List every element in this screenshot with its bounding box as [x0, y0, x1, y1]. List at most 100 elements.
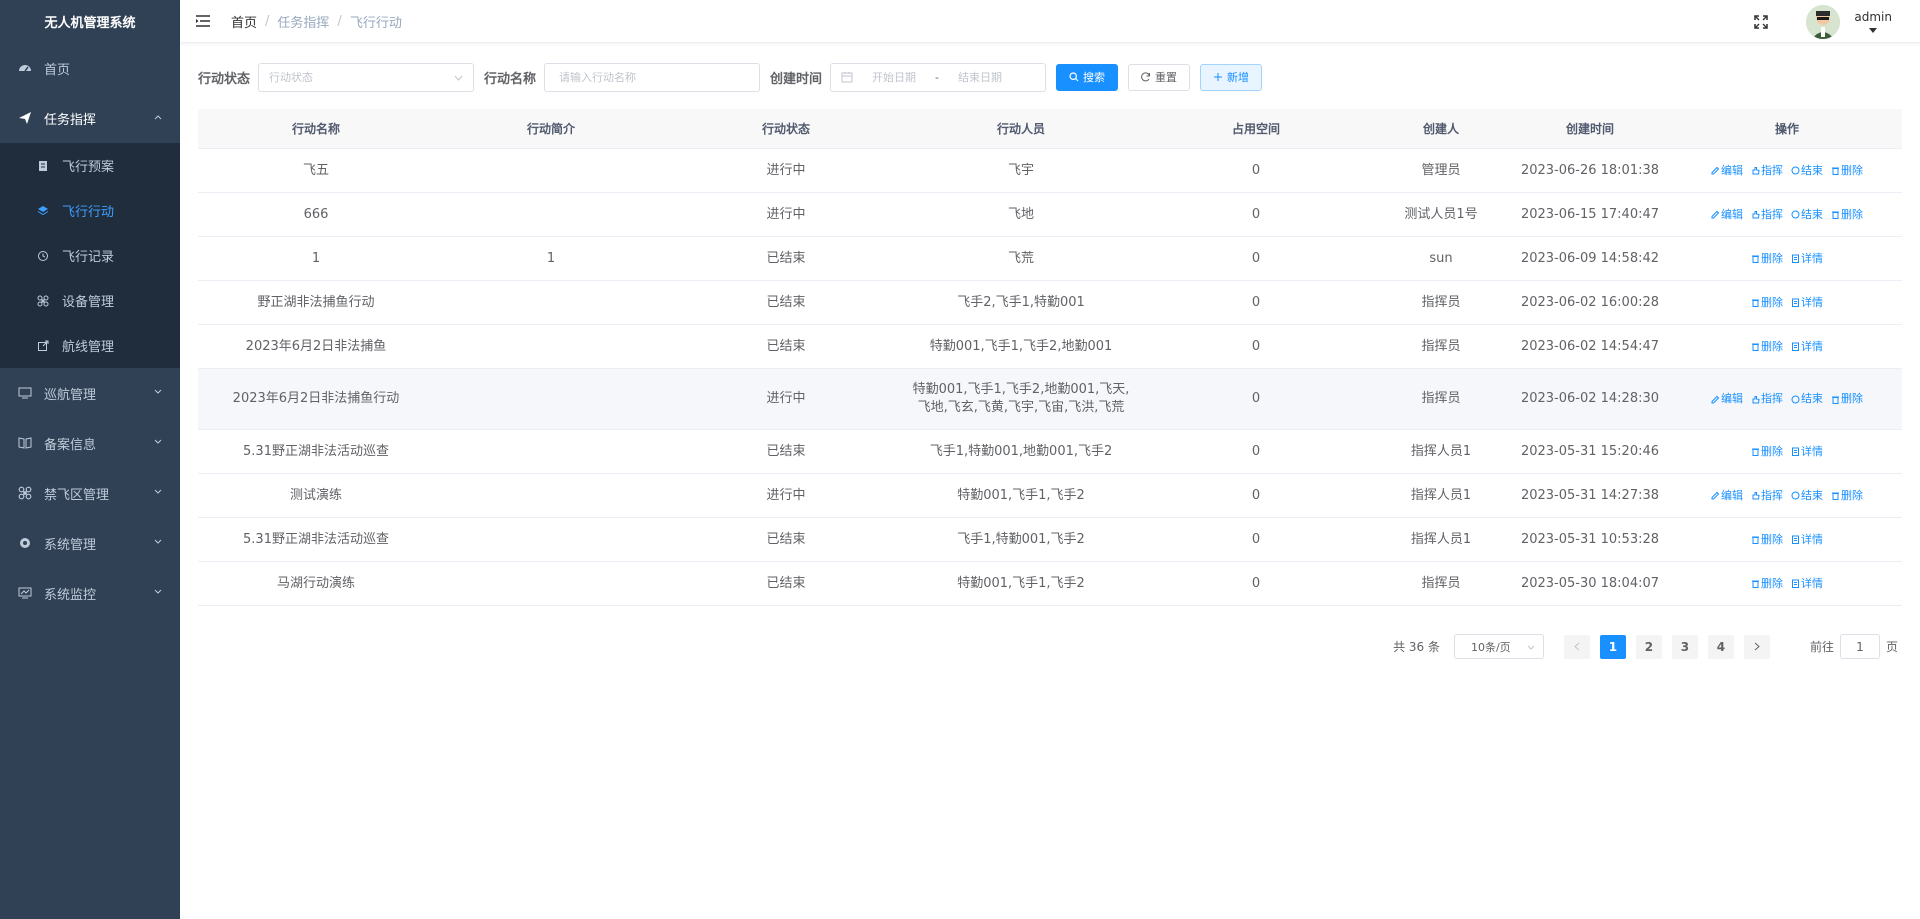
command-button[interactable]: 指挥: [1751, 162, 1783, 180]
monitor-chart-icon: [18, 586, 32, 600]
total-count: 共 36 条: [1393, 640, 1440, 654]
detail-button[interactable]: 详情: [1791, 294, 1823, 312]
end-button[interactable]: 结束: [1791, 487, 1823, 505]
delete-button[interactable]: 删除: [1751, 250, 1783, 268]
end-date-input[interactable]: 结束日期: [949, 69, 1011, 85]
edit-button[interactable]: 编辑: [1711, 162, 1743, 180]
sidebar-item-system-management[interactable]: 系统管理: [0, 518, 180, 568]
navbar: 首页 / 任务指挥 / 飞行行动 admin: [180, 0, 1920, 43]
command-button[interactable]: 指挥: [1751, 206, 1783, 224]
action-members-cell: 飞手2,飞手1,特勤001: [957, 294, 1085, 310]
date-separator: -: [935, 70, 940, 84]
delete-button[interactable]: 删除: [1751, 338, 1783, 356]
end-button[interactable]: 结束: [1791, 206, 1823, 224]
breadcrumb-item-home[interactable]: 首页: [231, 12, 257, 31]
page-size-select[interactable]: 10条/页: [1453, 634, 1544, 659]
trash-icon: [1831, 166, 1840, 175]
action-name-cell: 野正湖非法捕鱼行动: [257, 294, 375, 310]
op-label: 删除: [1761, 444, 1783, 458]
delete-button[interactable]: 删除: [1831, 390, 1863, 408]
sidebar-item-system-monitor[interactable]: 系统监控: [0, 568, 180, 618]
delete-button[interactable]: 删除: [1751, 443, 1783, 461]
edit-button[interactable]: 编辑: [1711, 487, 1743, 505]
delete-button[interactable]: 删除: [1831, 206, 1863, 224]
page-button-1[interactable]: 1: [1599, 634, 1626, 659]
sidebar-item-label: 备案信息: [44, 437, 97, 453]
avatar[interactable]: [1806, 4, 1841, 39]
date-range-picker[interactable]: 开始日期 - 结束日期: [830, 62, 1047, 92]
stop-circle-icon: [1791, 395, 1800, 404]
delete-button[interactable]: 删除: [1751, 575, 1783, 593]
action-status-cell: 进行中: [766, 487, 806, 503]
hamburger-icon[interactable]: [195, 13, 211, 29]
edit-button[interactable]: 编辑: [1711, 206, 1743, 224]
sidebar-item-label: 禁飞区管理: [44, 487, 110, 503]
command-button[interactable]: 指挥: [1751, 487, 1783, 505]
creator-cell: 指挥员: [1421, 338, 1461, 354]
edit-button[interactable]: 编辑: [1711, 390, 1743, 408]
search-icon: [1069, 72, 1079, 82]
search-button[interactable]: 搜索: [1056, 63, 1119, 91]
op-label: 删除: [1761, 339, 1783, 353]
trash-icon: [1751, 342, 1760, 351]
right-menu: admin: [1752, 0, 1920, 43]
table-row: 5.31野正湖非法活动巡查 已结束 飞手1,特勤001,地勤001,飞手2 0 指挥人员…: [198, 430, 1902, 474]
add-button[interactable]: 新增: [1200, 63, 1263, 91]
app-title: 无人机管理系统: [44, 16, 136, 31]
delete-button[interactable]: 删除: [1831, 487, 1863, 505]
action-members-cell: 特勤001,飞手1,飞手2,地勤001,飞天,飞地,飞玄,飞黄,飞宇,飞宙,飞洪…: [912, 382, 1130, 415]
page-button-3[interactable]: 3: [1671, 634, 1698, 659]
next-page-button[interactable]: [1743, 634, 1770, 659]
action-members-cell: 特勤001,飞手1,飞手2: [957, 575, 1085, 591]
detail-button[interactable]: 详情: [1791, 575, 1823, 593]
table-row: 野正湖非法捕鱼行动 已结束 飞手2,飞手1,特勤001 0 指挥员 2023-06-02 …: [198, 281, 1902, 325]
space-cell: 0: [1251, 391, 1261, 406]
sidebar-item-task-command[interactable]: 任务指挥: [0, 93, 180, 143]
sidebar-item-no-fly-zone[interactable]: 禁飞区管理: [0, 468, 180, 518]
goto-page-input[interactable]: 1: [1839, 634, 1880, 659]
op-label: 删除: [1841, 392, 1863, 405]
end-button[interactable]: 结束: [1791, 162, 1823, 180]
command-button[interactable]: 指挥: [1751, 390, 1783, 408]
page-button-2[interactable]: 2: [1635, 634, 1662, 659]
fullscreen-icon[interactable]: [1752, 13, 1770, 31]
reset-button[interactable]: 重置: [1128, 63, 1191, 91]
page-button-4[interactable]: 4: [1707, 634, 1734, 659]
op-label: 删除: [1761, 295, 1783, 309]
sidebar-item-flight-action[interactable]: 飞行行动: [0, 188, 180, 233]
detail-button[interactable]: 详情: [1791, 443, 1823, 461]
start-date-input[interactable]: 开始日期: [863, 69, 925, 85]
sidebar-item-route-management[interactable]: 航线管理: [0, 323, 180, 368]
breadcrumb-item-task-command: 任务指挥: [277, 15, 330, 31]
sidebar-item-label: 飞行预案: [62, 160, 115, 175]
created-time-cell: 2023-05-30 18:04:07: [1520, 575, 1660, 591]
detail-button[interactable]: 详情: [1791, 531, 1823, 549]
user-menu[interactable]: admin: [1854, 10, 1892, 34]
chevron-down-icon: [154, 588, 162, 596]
sidebar-item-device-management[interactable]: 设备管理: [0, 278, 180, 323]
gear-icon: [18, 536, 32, 550]
delete-button[interactable]: 删除: [1751, 531, 1783, 549]
sidebar-item-flight-record[interactable]: 飞行记录: [0, 233, 180, 278]
column-header: 行动人员: [996, 121, 1045, 136]
sidebar-item-flight-plan[interactable]: 飞行预案: [0, 143, 180, 188]
sidebar-item-cruise-management[interactable]: 巡航管理: [0, 368, 180, 418]
chevron-right-icon: [1754, 642, 1760, 651]
edit-icon: [1711, 395, 1720, 404]
status-select[interactable]: 行动状态: [258, 62, 475, 92]
detail-button[interactable]: 详情: [1791, 250, 1823, 268]
sidebar-item-home[interactable]: 首页: [0, 43, 180, 93]
space-cell: 0: [1251, 575, 1261, 591]
delete-button[interactable]: 删除: [1751, 294, 1783, 312]
column-header: 创建时间: [1565, 121, 1614, 136]
action-status-cell: 已结束: [766, 531, 806, 547]
prev-page-button[interactable]: [1563, 634, 1590, 659]
calendar-icon: [841, 72, 853, 83]
delete-button[interactable]: 删除: [1831, 162, 1863, 180]
end-button[interactable]: 结束: [1791, 390, 1823, 408]
op-label: 指挥: [1761, 207, 1783, 221]
created-time-cell: 2023-06-02 16:00:28: [1520, 294, 1660, 310]
sidebar-item-filing-info[interactable]: 备案信息: [0, 418, 180, 468]
name-input[interactable]: 请输入行动名称: [544, 62, 761, 92]
detail-button[interactable]: 详情: [1791, 338, 1823, 356]
